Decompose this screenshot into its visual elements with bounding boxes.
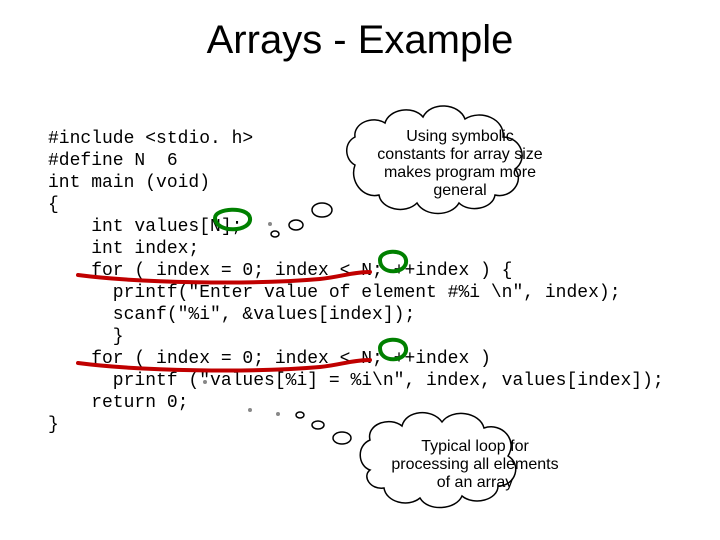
code-block: #include <stdio. h> #define N 6 int main… (48, 128, 664, 436)
callout-typical-loop: Typical loop for processing all elements… (390, 438, 560, 492)
callout-symbolic-constant: Using symbolic constants for array size … (370, 128, 550, 200)
slide: Arrays - Example #include <stdio. h> #de… (0, 0, 720, 540)
slide-title: Arrays - Example (0, 18, 720, 63)
